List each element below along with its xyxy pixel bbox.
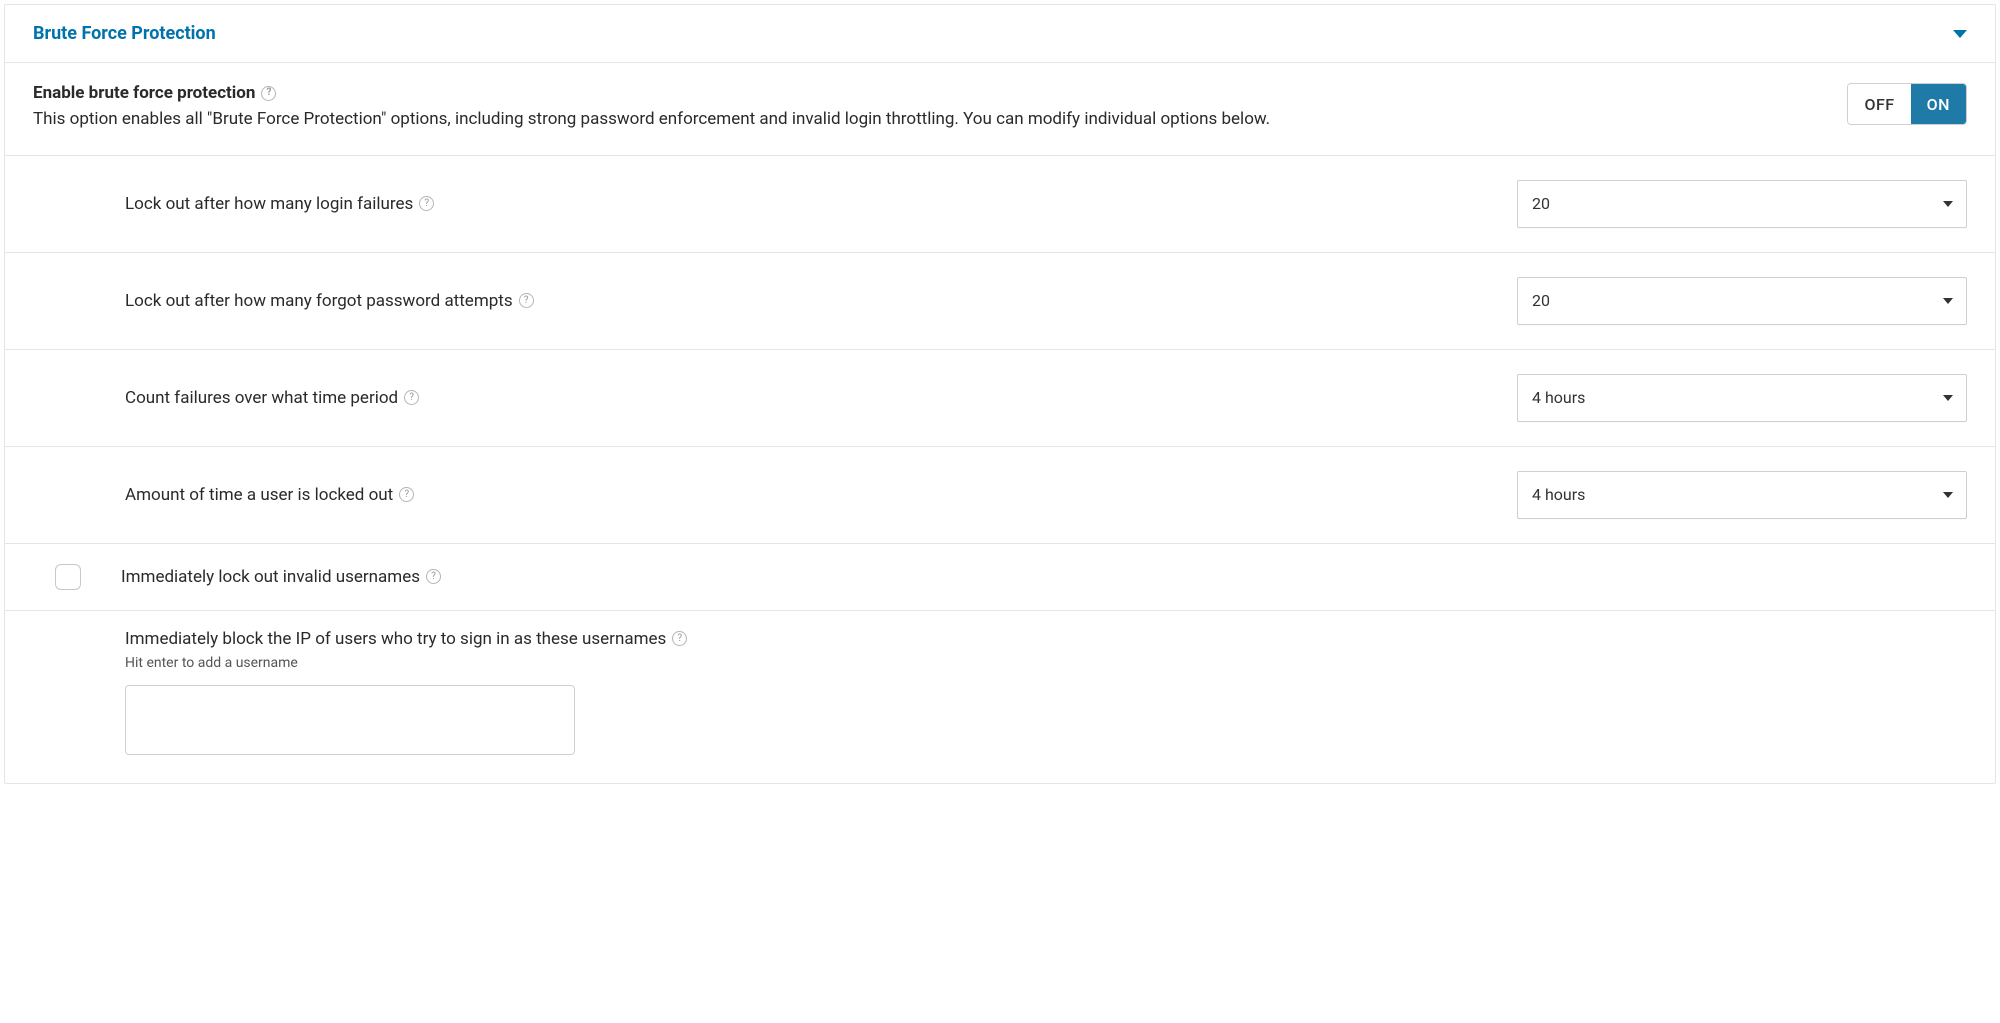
toggle-off-button[interactable]: OFF	[1848, 84, 1910, 124]
count-period-value: 4 hours	[1532, 388, 1585, 407]
lockout-time-label: Amount of time a user is locked out	[125, 485, 393, 505]
lockout-time-row: Amount of time a user is locked out ? 4 …	[5, 447, 1995, 544]
block-ip-hint: Hit enter to add a username	[125, 655, 1967, 671]
help-icon[interactable]: ?	[419, 196, 434, 211]
count-period-label-wrap: Count failures over what time period ?	[125, 388, 1497, 408]
enable-title: Enable brute force protection	[33, 83, 255, 103]
forgot-attempts-select[interactable]: 20	[1517, 277, 1967, 325]
block-ip-row: Immediately block the IP of users who tr…	[5, 611, 1995, 783]
block-ip-label: Immediately block the IP of users who tr…	[125, 629, 666, 649]
count-period-row: Count failures over what time period ? 4…	[5, 350, 1995, 447]
login-failures-row: Lock out after how many login failures ?…	[5, 156, 1995, 253]
count-period-select[interactable]: 4 hours	[1517, 374, 1967, 422]
help-icon[interactable]: ?	[519, 293, 534, 308]
panel-title: Brute Force Protection	[33, 23, 216, 44]
brute-force-panel: Brute Force Protection Enable brute forc…	[4, 4, 1996, 784]
help-icon[interactable]: ?	[261, 86, 276, 101]
help-icon[interactable]: ?	[426, 569, 441, 584]
enable-row: Enable brute force protection ? This opt…	[5, 63, 1995, 156]
login-failures-value: 20	[1532, 194, 1550, 213]
enable-toggle[interactable]: OFF ON	[1847, 83, 1967, 125]
chevron-down-icon	[1953, 30, 1967, 38]
lock-invalid-usernames-row: Immediately lock out invalid usernames ?	[5, 544, 1995, 611]
lock-invalid-usernames-checkbox[interactable]	[55, 564, 81, 590]
lockout-time-label-wrap: Amount of time a user is locked out ?	[125, 485, 1497, 505]
forgot-attempts-row: Lock out after how many forgot password …	[5, 253, 1995, 350]
forgot-attempts-value: 20	[1532, 291, 1550, 310]
enable-title-wrap: Enable brute force protection ?	[33, 83, 276, 103]
help-icon[interactable]: ?	[399, 487, 414, 502]
panel-header[interactable]: Brute Force Protection	[5, 5, 1995, 63]
block-ip-input[interactable]	[125, 685, 575, 755]
login-failures-select[interactable]: 20	[1517, 180, 1967, 228]
enable-text: Enable brute force protection ? This opt…	[33, 83, 1827, 133]
forgot-attempts-label-wrap: Lock out after how many forgot password …	[125, 291, 1497, 311]
count-period-select-wrap: 4 hours	[1517, 374, 1967, 422]
forgot-attempts-label: Lock out after how many forgot password …	[125, 291, 513, 311]
lockout-time-value: 4 hours	[1532, 485, 1585, 504]
lockout-time-select[interactable]: 4 hours	[1517, 471, 1967, 519]
count-period-label: Count failures over what time period	[125, 388, 398, 408]
lock-invalid-usernames-label-wrap: Immediately lock out invalid usernames ?	[121, 567, 1967, 587]
login-failures-label: Lock out after how many login failures	[125, 194, 413, 214]
lock-invalid-usernames-label: Immediately lock out invalid usernames	[121, 567, 420, 587]
enable-description: This option enables all "Brute Force Pro…	[33, 107, 1827, 133]
help-icon[interactable]: ?	[672, 631, 687, 646]
login-failures-label-wrap: Lock out after how many login failures ?	[125, 194, 1497, 214]
lockout-time-select-wrap: 4 hours	[1517, 471, 1967, 519]
help-icon[interactable]: ?	[404, 390, 419, 405]
toggle-on-button[interactable]: ON	[1911, 84, 1966, 124]
forgot-attempts-select-wrap: 20	[1517, 277, 1967, 325]
block-ip-title-wrap: Immediately block the IP of users who tr…	[125, 629, 687, 649]
login-failures-select-wrap: 20	[1517, 180, 1967, 228]
